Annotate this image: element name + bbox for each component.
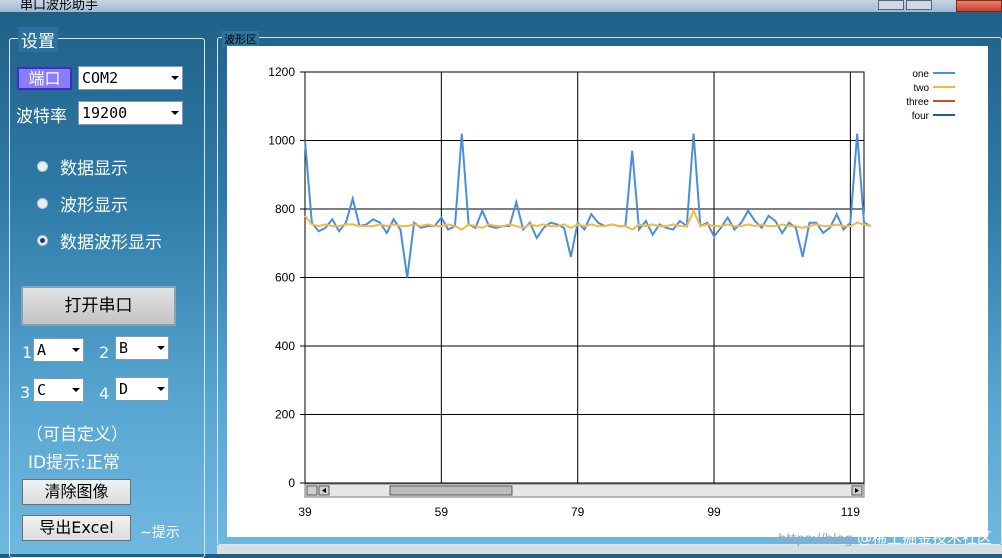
legend-label-one: one bbox=[912, 69, 929, 80]
id-hint: ID提示:正常 bbox=[28, 453, 120, 473]
waveform-legend: 波形区 bbox=[222, 31, 259, 47]
legend-label-three: three bbox=[906, 97, 929, 108]
title-bar: 串口波形助手 bbox=[0, 0, 1002, 12]
chevron-down-icon bbox=[157, 346, 165, 350]
channel-1-select[interactable]: A bbox=[33, 338, 84, 362]
channel-3-value: C bbox=[37, 381, 47, 399]
radio-label: 数据波形显示 bbox=[60, 233, 162, 253]
y-tick-label: 600 bbox=[275, 271, 295, 285]
scrollbar-thumb[interactable] bbox=[389, 485, 513, 496]
legend-label-four: four bbox=[912, 111, 930, 122]
x-tick-label: 39 bbox=[298, 505, 312, 519]
channel-1-label: 1 bbox=[22, 343, 33, 362]
x-tick-label: 59 bbox=[435, 505, 449, 519]
radio-data-waveform-display[interactable]: 数据波形显示 bbox=[37, 228, 162, 253]
chart-panel: 0 200 400 600 800 1000 1200 39 59 79 99 119 one two th… bbox=[227, 46, 988, 537]
radio-indicator bbox=[37, 161, 48, 172]
series-line-one bbox=[304, 133, 872, 278]
clear-image-button[interactable]: 清除图像 bbox=[22, 479, 131, 505]
chevron-down-icon bbox=[72, 348, 80, 352]
x-tick-label: 99 bbox=[707, 505, 721, 519]
window-title: 串口波形助手 bbox=[20, 0, 99, 12]
y-tick-label: 1000 bbox=[268, 134, 295, 148]
chevron-down-icon bbox=[171, 111, 179, 115]
radio-label: 波形显示 bbox=[60, 196, 128, 216]
port-select[interactable]: COM2 bbox=[78, 66, 183, 90]
legend-label-two: two bbox=[913, 83, 929, 94]
minimize-button[interactable] bbox=[878, 0, 904, 10]
maximize-button[interactable] bbox=[906, 0, 932, 10]
port-select-value: COM2 bbox=[82, 69, 119, 87]
x-tick-label: 79 bbox=[571, 505, 585, 519]
export-excel-button[interactable]: 导出Excel bbox=[22, 515, 131, 541]
channel-2-select[interactable]: B bbox=[115, 336, 169, 360]
close-button[interactable] bbox=[956, 0, 1002, 12]
waveform-chart: 0 200 400 600 800 1000 1200 39 59 79 99 119 one two th… bbox=[268, 65, 955, 519]
tip-text: ~提示 bbox=[140, 525, 180, 541]
watermark-url: https://blog bbox=[778, 532, 853, 547]
y-tick-label: 400 bbox=[275, 339, 295, 353]
y-tick-label: 1200 bbox=[268, 65, 295, 79]
port-button[interactable]: 端口 bbox=[17, 67, 72, 90]
chevron-down-icon bbox=[171, 76, 179, 80]
channel-2-value: B bbox=[119, 339, 129, 357]
radio-data-display[interactable]: 数据显示 bbox=[37, 154, 128, 179]
channel-4-value: D bbox=[119, 380, 129, 398]
chart-scrollbar[interactable] bbox=[304, 483, 865, 498]
scrollbar-zoom-reset-icon[interactable] bbox=[306, 485, 318, 496]
settings-legend: 设置 bbox=[18, 27, 58, 52]
channel-3-select[interactable]: C bbox=[33, 378, 84, 402]
radio-indicator bbox=[37, 198, 48, 209]
radio-indicator-checked bbox=[37, 235, 48, 246]
chevron-down-icon bbox=[157, 387, 165, 391]
baud-select[interactable]: 19200 bbox=[78, 101, 183, 125]
channel-1-value: A bbox=[37, 341, 47, 359]
custom-note: （可自定义） bbox=[26, 425, 128, 445]
channel-2-label: 2 bbox=[99, 343, 110, 362]
channel-4-label: 4 bbox=[99, 384, 110, 403]
radio-label: 数据显示 bbox=[60, 159, 128, 179]
baud-label: 波特率 bbox=[16, 107, 67, 127]
y-tick-label: 800 bbox=[275, 202, 295, 216]
watermark: https://blog @稀土掘金技术社区 bbox=[778, 527, 992, 548]
watermark-brand: @稀土掘金技术社区 bbox=[856, 529, 992, 547]
y-tick-label: 200 bbox=[275, 408, 295, 422]
y-tick-label: 0 bbox=[288, 476, 295, 490]
channel-4-select[interactable]: D bbox=[115, 377, 169, 401]
baud-select-value: 19200 bbox=[82, 104, 128, 122]
chevron-down-icon bbox=[72, 388, 80, 392]
radio-waveform-display[interactable]: 波形显示 bbox=[37, 191, 128, 216]
open-port-button[interactable]: 打开串口 bbox=[21, 286, 176, 326]
channel-3-label: 3 bbox=[20, 383, 31, 402]
x-tick-label: 119 bbox=[841, 505, 860, 519]
